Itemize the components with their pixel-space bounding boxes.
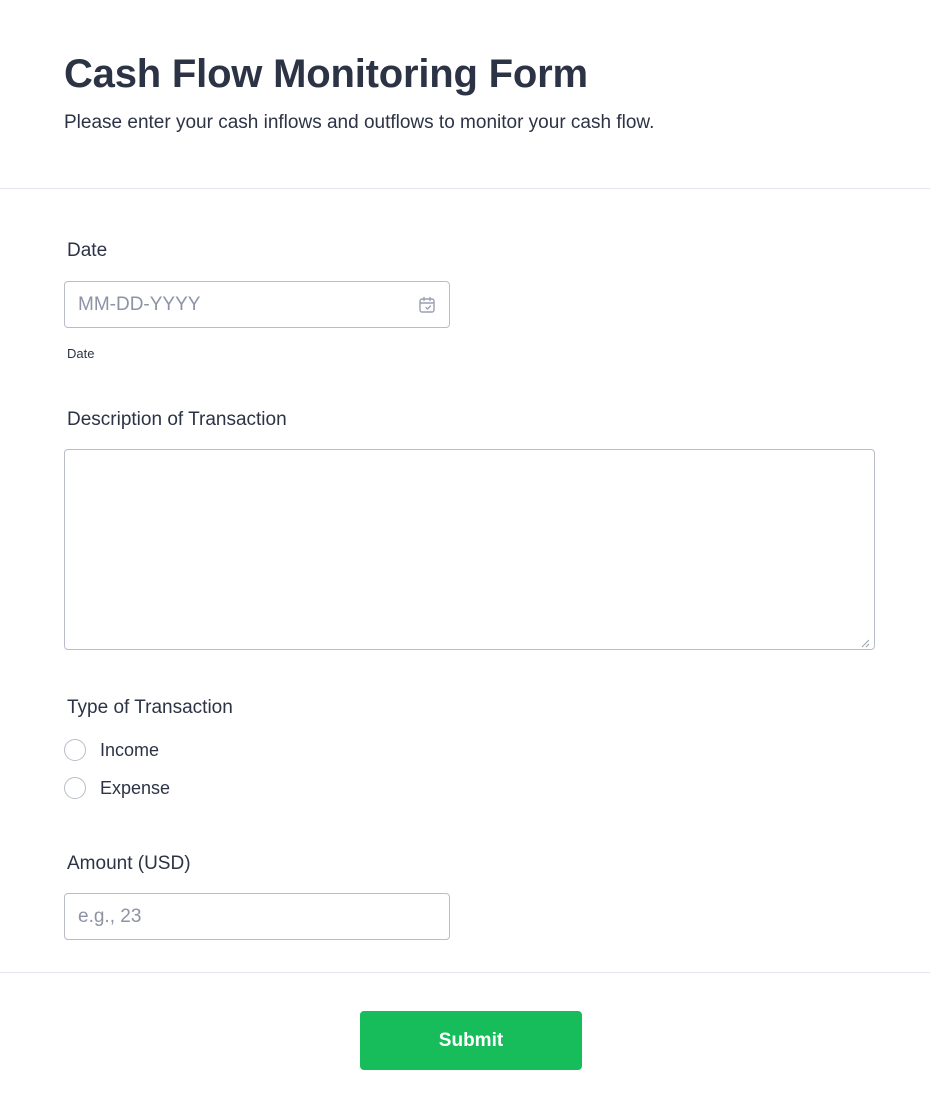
form-header: Cash Flow Monitoring Form Please enter y… xyxy=(0,0,930,189)
radio-button-expense[interactable] xyxy=(64,777,86,799)
form-footer: Submit xyxy=(0,972,930,1120)
amount-input[interactable] xyxy=(65,894,449,939)
date-sublabel: Date xyxy=(67,346,95,361)
radio-option-income[interactable]: Income xyxy=(64,737,159,763)
description-label: Description of Transaction xyxy=(67,409,287,430)
type-label: Type of Transaction xyxy=(67,697,233,718)
radio-option-expense[interactable]: Expense xyxy=(64,775,170,801)
date-label: Date xyxy=(67,240,108,261)
page-title: Cash Flow Monitoring Form xyxy=(64,52,588,96)
amount-label: Amount (USD) xyxy=(67,853,191,874)
submit-button[interactable]: Submit xyxy=(360,1011,582,1070)
date-input[interactable] xyxy=(65,282,449,327)
date-field[interactable] xyxy=(64,281,450,328)
calendar-icon[interactable] xyxy=(418,296,436,314)
description-field[interactable] xyxy=(64,449,875,650)
resize-handle-icon[interactable] xyxy=(860,635,870,648)
radio-label-income[interactable]: Income xyxy=(100,740,159,761)
page-subtitle: Please enter your cash inflows and outfl… xyxy=(64,112,655,133)
radio-label-expense[interactable]: Expense xyxy=(100,778,170,799)
amount-field[interactable] xyxy=(64,893,450,940)
description-textarea[interactable] xyxy=(65,450,874,649)
radio-button-income[interactable] xyxy=(64,739,86,761)
